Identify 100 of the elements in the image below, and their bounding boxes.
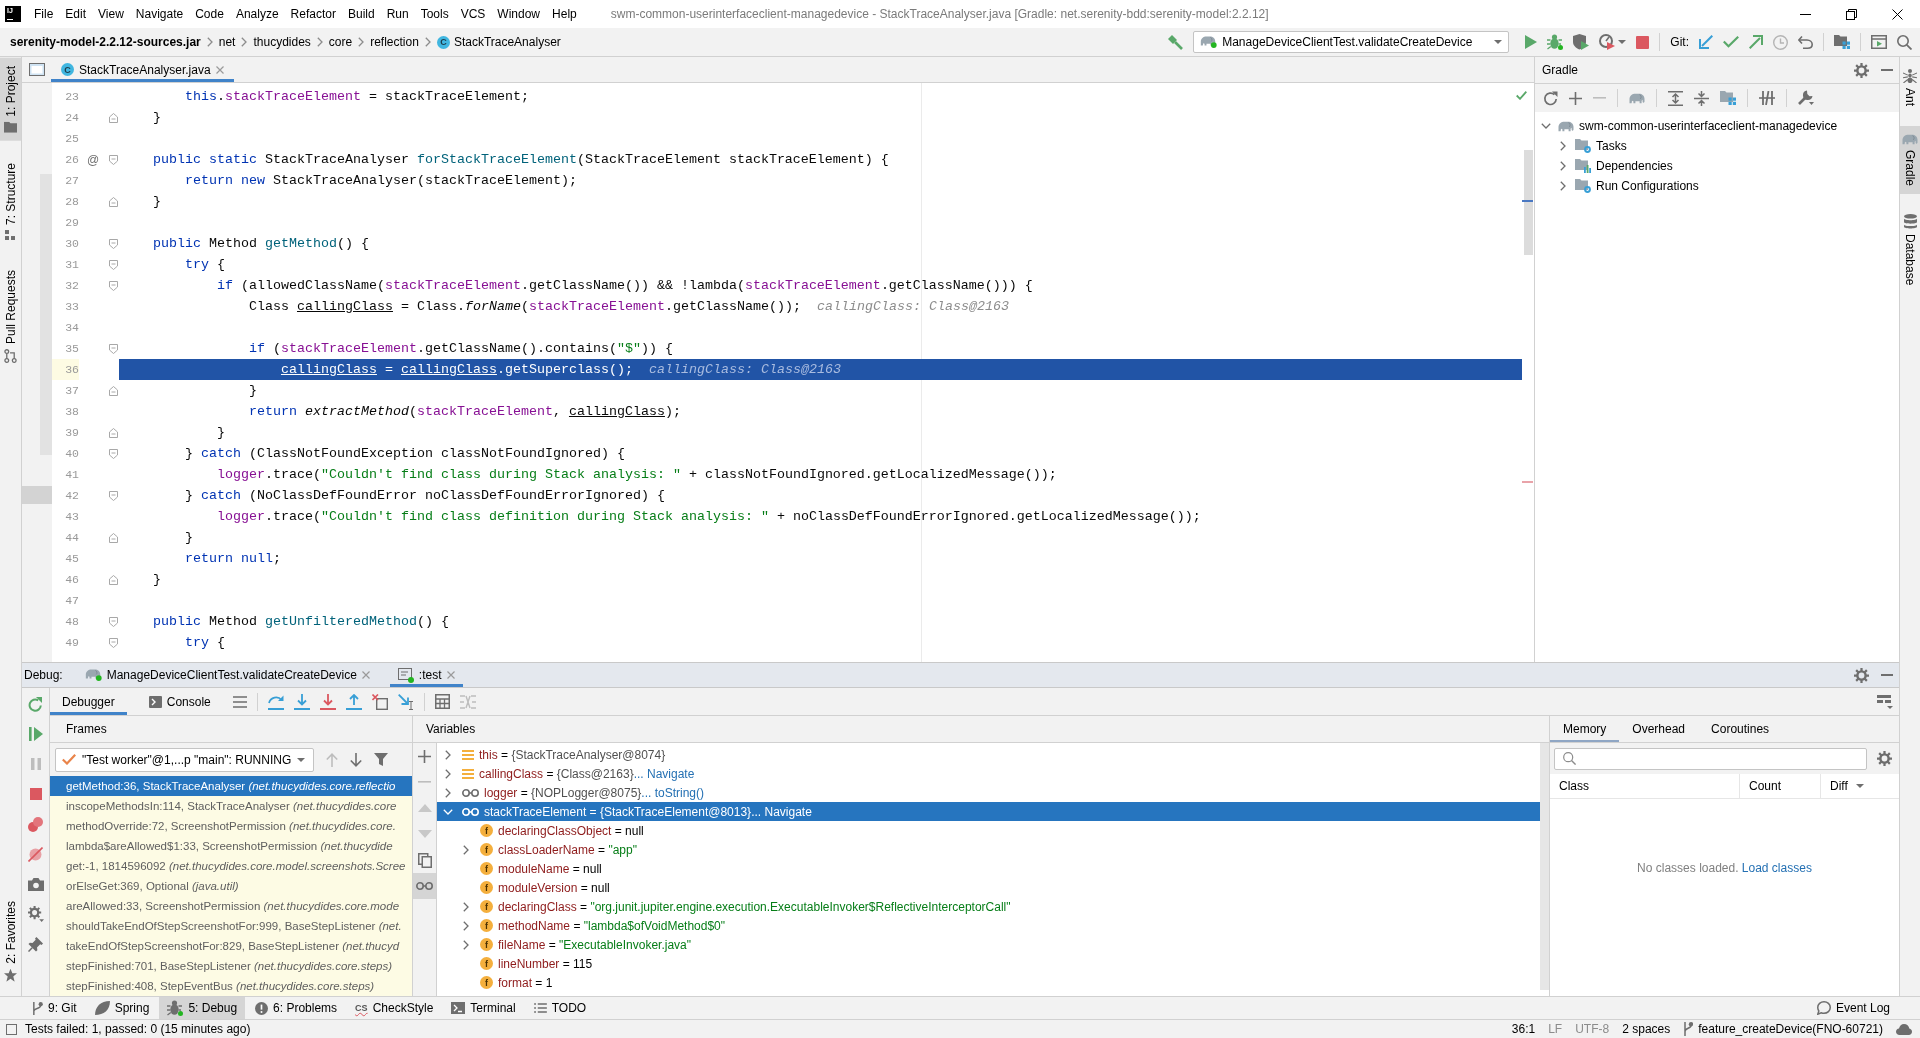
thread-dropdown[interactable]: "Test worker"@1,...p "main": RUNNING — [55, 747, 314, 772]
frame-item[interactable]: lambda$areAllowed$1:33, ScreenshotPermission (net.thucydide — [50, 836, 412, 856]
add-icon[interactable] — [1569, 91, 1582, 105]
variable-row[interactable]: f declaringClass = "org.junit.jupiter.engine.execution.ExecutableInvoker$ReflectiveInterceptorCall" — [437, 897, 1540, 916]
rerun-icon[interactable] — [28, 696, 43, 712]
column-header[interactable]: Class — [1550, 774, 1739, 798]
chevron-right-icon[interactable] — [445, 787, 451, 798]
screen-icon[interactable] — [1871, 35, 1887, 49]
variable-row[interactable]: f lineNumber = 115 — [437, 954, 1540, 973]
watches-toggle-button[interactable] — [413, 873, 436, 899]
menu-item[interactable]: View — [92, 7, 130, 21]
copy-icon[interactable] — [417, 852, 432, 868]
stop-icon[interactable] — [29, 788, 42, 800]
variable-row[interactable]: stackTraceElement = {StackTraceElement@8013}... Navigate — [437, 802, 1540, 821]
event-log-button[interactable]: Event Log — [1808, 997, 1920, 1019]
variable-row[interactable]: f moduleName = null — [437, 859, 1540, 878]
fold-marker-icon[interactable] — [108, 343, 118, 354]
folder-grid-icon[interactable] — [1720, 91, 1736, 105]
arrow-down-icon[interactable] — [350, 752, 362, 767]
pin-icon[interactable] — [28, 936, 43, 952]
panel-tab[interactable]: Coroutines — [1698, 716, 1783, 742]
variable-row[interactable]: f moduleVersion = null — [437, 878, 1540, 897]
check-icon[interactable] — [1723, 36, 1739, 48]
step-into-icon[interactable] — [293, 693, 310, 710]
tool-window-button[interactable]: CS CheckStyle — [347, 997, 442, 1019]
refresh-icon[interactable] — [1543, 90, 1558, 106]
tree-item[interactable]: swm-common-userinterfaceclient-managedevice — [1535, 116, 1899, 136]
breadcrumb[interactable]: net — [218, 35, 236, 49]
menu-item[interactable]: Help — [546, 7, 583, 21]
menu-item[interactable]: VCS — [454, 7, 492, 21]
tool-window-button[interactable]: 5: Debug — [159, 997, 246, 1019]
tool-window-button[interactable]: Terminal — [443, 997, 524, 1019]
fold-marker-icon[interactable] — [108, 154, 118, 165]
panel-tab[interactable]: Console — [136, 688, 223, 715]
load-classes-link[interactable]: Load classes — [1741, 861, 1812, 875]
branch-widget[interactable]: feature_createDevice(FNO-60721) — [1683, 1022, 1883, 1036]
force-step-into-icon[interactable] — [319, 693, 336, 710]
frame-item[interactable]: inscopeMethodsIn:114, StackTraceAnalyser (net.thucydides.core — [50, 796, 412, 816]
scroll-marker[interactable] — [1522, 481, 1533, 483]
chevron-down-icon[interactable] — [1541, 123, 1551, 129]
expand-all-icon[interactable] — [1668, 90, 1683, 106]
frame-item[interactable]: getMethod:36, StackTraceAnalyser (net.thucydides.core.reflectio — [50, 776, 412, 796]
frame-item[interactable]: get:-1, 1814596092 (net.thucydides.core.model.screenshots.Scree — [50, 856, 412, 876]
tool-window-button[interactable]: 9: Git — [24, 997, 85, 1019]
indent-setting[interactable]: 2 spaces — [1622, 1022, 1671, 1036]
hammer-icon[interactable] — [1167, 34, 1184, 50]
arrow-up-right-icon[interactable] — [1749, 35, 1763, 49]
tree-item[interactable]: Run Configurations — [1535, 176, 1899, 196]
variable-row[interactable]: f format = 1 — [437, 973, 1540, 992]
breadcrumb[interactable]: serenity-model-2.2.12-sources.jar — [10, 35, 201, 49]
gauge-icon[interactable] — [1599, 34, 1616, 50]
settings-icon[interactable] — [27, 906, 44, 922]
variable-row[interactable]: callingClass = {Class@2163}... Navigate — [437, 764, 1540, 783]
column-header[interactable]: Count — [1739, 774, 1820, 798]
calculator-icon[interactable] — [434, 694, 450, 709]
frame-item[interactable]: stepFinished:701, BaseStepListener (net.thucydides.core.steps) — [50, 956, 412, 976]
menu-item[interactable]: Analyze — [229, 7, 285, 21]
caret-down-icon[interactable] — [1855, 784, 1864, 788]
tool-window-button[interactable]: 1: Project — [0, 58, 21, 141]
variable-row[interactable]: f fileName = "ExecutableInvoker.java" — [437, 935, 1540, 954]
tree-item[interactable]: Tasks — [1535, 136, 1899, 156]
frame-item[interactable]: methodOverride:72, ScreenshotPermission (net.thucydides.core. — [50, 816, 412, 836]
frame-item[interactable]: orElseGet:369, Optional (java.util) — [50, 876, 412, 896]
breadcrumb[interactable]: core — [328, 35, 353, 49]
menu-item[interactable]: Navigate — [129, 7, 190, 21]
fold-marker-icon[interactable] — [108, 532, 118, 543]
variable-row[interactable]: f methodName = "lambda$ofVoidMethod$0" — [437, 916, 1540, 935]
editor-tab[interactable]: C StackTraceAnalyser.java — [51, 57, 234, 82]
status-message[interactable]: Tests failed: 1, passed: 0 (15 minutes ago) — [25, 1022, 251, 1036]
check-icon[interactable] — [1516, 91, 1527, 100]
minimize-icon[interactable] — [1799, 13, 1811, 15]
step-out-icon[interactable] — [345, 693, 362, 710]
tool-window-button[interactable]: TODO — [525, 997, 595, 1019]
chevron-right-icon[interactable] — [445, 768, 451, 779]
menu-item[interactable]: Code — [189, 7, 230, 21]
restore-icon[interactable] — [1845, 8, 1857, 20]
menu-item[interactable]: Edit — [59, 7, 93, 21]
fold-marker-icon[interactable] — [108, 427, 118, 438]
run-to-cursor-icon[interactable] — [397, 693, 414, 710]
resume-icon[interactable] — [28, 727, 43, 741]
gutter-marker[interactable]: @ — [86, 152, 100, 167]
drop-frame-icon[interactable] — [371, 693, 388, 710]
fold-marker-icon[interactable] — [108, 112, 118, 123]
menu-item[interactable]: Refactor — [284, 7, 342, 21]
scrollbar-thumb[interactable] — [1524, 150, 1533, 255]
frame-item[interactable]: shouldTakeEndOfStepScreenshotFor:999, BaseStepListener (net. — [50, 916, 412, 936]
square-icon[interactable] — [6, 1023, 17, 1035]
caret-position[interactable]: 36:1 — [1511, 1022, 1536, 1036]
frame-item[interactable]: stepFinished:408, StepEventBus (net.thucydides.core.steps) — [50, 976, 412, 996]
step-over-icon[interactable] — [267, 693, 284, 710]
breadcrumb[interactable]: reflection — [370, 35, 419, 49]
add-icon[interactable] — [418, 749, 431, 763]
elephant-icon[interactable] — [1629, 92, 1645, 104]
variable-row[interactable]: f declaringClassObject = null — [437, 821, 1540, 840]
settings-icon[interactable] — [1854, 667, 1869, 683]
close-icon[interactable] — [1891, 8, 1903, 20]
tool-window-button[interactable]: 7: Structure — [0, 154, 21, 248]
mute-breakpoints-icon[interactable] — [28, 846, 43, 862]
search-field[interactable] — [1554, 747, 1867, 770]
fold-marker-icon[interactable] — [108, 196, 118, 207]
